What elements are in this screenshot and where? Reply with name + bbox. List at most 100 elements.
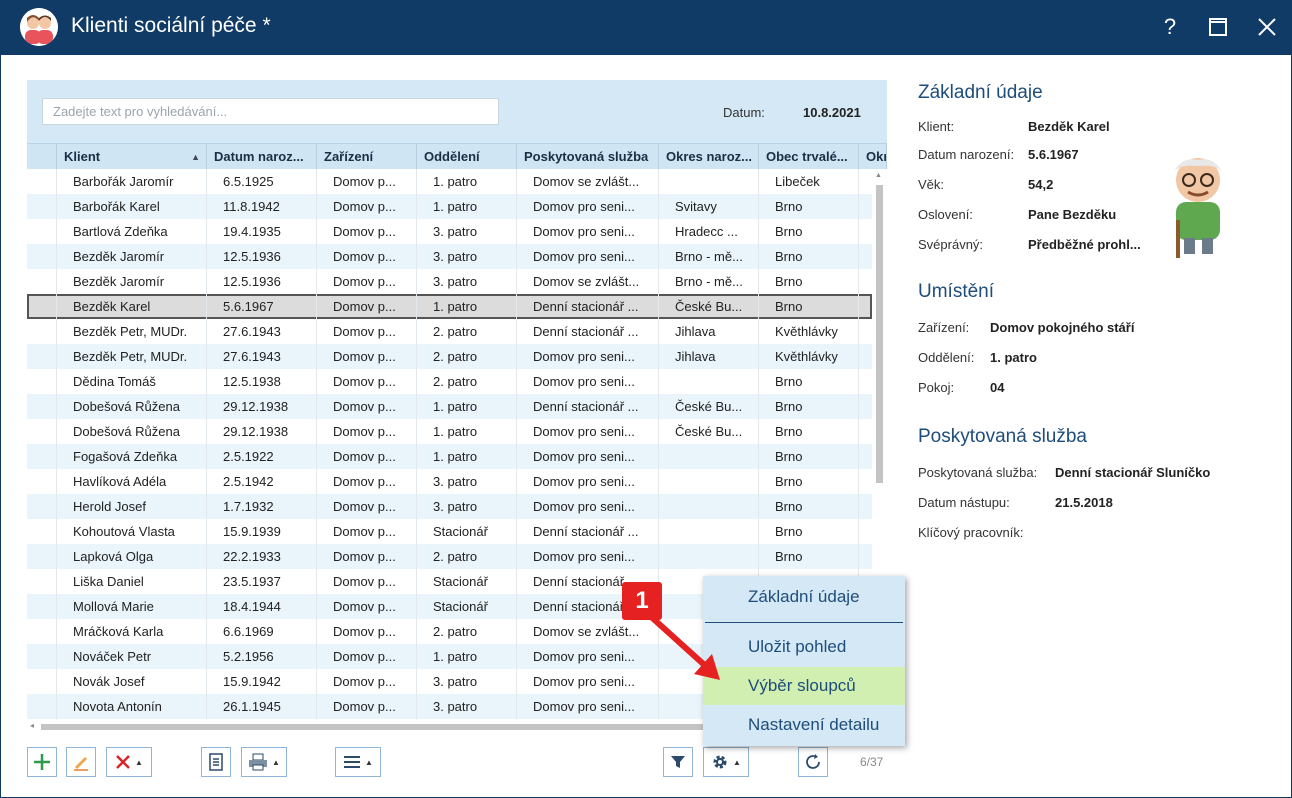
table-row[interactable]: Havlíková Adéla 2.5.1942 Domov p... 3. patr…: [27, 469, 872, 494]
row-indicator[interactable]: [27, 519, 57, 544]
cell-birth-district: Jihlava: [659, 344, 759, 369]
filter-button[interactable]: [663, 747, 693, 777]
row-indicator[interactable]: [27, 544, 57, 569]
table-row[interactable]: Barbořák Jaromír 6.5.1925 Domov p... 1. pat…: [27, 169, 872, 194]
cell-department: 3. patro: [417, 694, 517, 719]
row-indicator[interactable]: [27, 569, 57, 594]
header-birth-district[interactable]: Okres naroz...: [659, 144, 759, 170]
cell-birthdate: 1.7.1932: [207, 494, 317, 519]
row-indicator[interactable]: [27, 194, 57, 219]
print-button[interactable]: ▲: [241, 747, 287, 777]
cell-client: Dobešová Růžena: [57, 419, 207, 444]
table-row[interactable]: Bezděk Karel 5.6.1967 Domov p... 1. patro De…: [27, 294, 872, 319]
row-indicator[interactable]: [27, 369, 57, 394]
table-row[interactable]: Barbořák Karel 11.8.1942 Domov p... 1. patr…: [27, 194, 872, 219]
table-row[interactable]: Bartlová Zdeňka 19.4.1935 Domov p... 3. pat…: [27, 219, 872, 244]
cell-birth-district: Jihlava: [659, 319, 759, 344]
table-row[interactable]: Kohoutová Vlasta 15.9.1939 Domov p... Staci…: [27, 519, 872, 544]
cell-birth-district: [659, 169, 759, 194]
header-district[interactable]: Okr: [859, 144, 887, 170]
row-indicator[interactable]: [27, 294, 57, 319]
plus-icon: [34, 754, 50, 770]
table-row[interactable]: Herold Josef 1.7.1932 Domov p... 3. patro Do…: [27, 494, 872, 519]
help-button[interactable]: ?: [1155, 12, 1185, 42]
scroll-up-icon[interactable]: ▲: [875, 172, 882, 179]
refresh-button[interactable]: [798, 747, 828, 777]
cell-service: Domov pro seni...: [517, 244, 659, 269]
cell-birth-district: Svitavy: [659, 194, 759, 219]
search-input[interactable]: [42, 98, 499, 125]
table-row[interactable]: Dědina Tomáš 12.5.1938 Domov p... 2. patro D…: [27, 369, 872, 394]
table-row[interactable]: Lapková Olga 22.2.1933 Domov p... 2. patro D…: [27, 544, 872, 569]
row-indicator[interactable]: [27, 494, 57, 519]
vertical-scroll-thumb[interactable]: [876, 185, 883, 483]
row-indicator[interactable]: [27, 444, 57, 469]
menu-item-detail-settings[interactable]: Nastavení detailu: [703, 706, 905, 744]
cell-facility: Domov p...: [317, 519, 417, 544]
cell-birthdate: 22.2.1933: [207, 544, 317, 569]
delete-x-icon: [116, 755, 130, 769]
title-bar: Klienti sociální péče * ?: [0, 0, 1292, 55]
detail-label: Oslovení:: [918, 207, 973, 222]
row-indicator[interactable]: [27, 219, 57, 244]
cell-residence: Brno: [759, 369, 859, 394]
cell-birth-district: [659, 444, 759, 469]
cell-birthdate: 15.9.1942: [207, 669, 317, 694]
table-row[interactable]: Dobešová Růžena 29.12.1938 Domov p... 1. pa…: [27, 394, 872, 419]
header-residence[interactable]: Obec trvalé...: [759, 144, 859, 170]
row-indicator[interactable]: [27, 669, 57, 694]
cell-service: Domov pro seni...: [517, 544, 659, 569]
sort-asc-icon: ▲: [191, 152, 200, 162]
cell-facility: Domov p...: [317, 169, 417, 194]
settings-button[interactable]: ▲: [703, 747, 749, 777]
header-birthdate[interactable]: Datum naroz...: [207, 144, 317, 170]
scroll-left-icon[interactable]: ◂: [30, 721, 34, 730]
maximize-button[interactable]: [1203, 12, 1233, 42]
list-menu-button[interactable]: ▲: [335, 747, 381, 777]
detail-label: Zařízení:: [918, 320, 970, 335]
table-row[interactable]: Bezděk Jaromír 12.5.1936 Domov p... 3. patr…: [27, 269, 872, 294]
cell-facility: Domov p...: [317, 269, 417, 294]
cell-service: Denní stacionář ...: [517, 319, 659, 344]
table-row[interactable]: Dobešová Růžena 29.12.1938 Domov p... 1. pa…: [27, 419, 872, 444]
row-indicator[interactable]: [27, 644, 57, 669]
row-indicator[interactable]: [27, 169, 57, 194]
table-row[interactable]: Bezděk Petr, MUDr. 27.6.1943 Domov p... 2. …: [27, 344, 872, 369]
cell-birth-district: České Bu...: [659, 294, 759, 319]
row-indicator[interactable]: [27, 594, 57, 619]
cell-facility: Domov p...: [317, 544, 417, 569]
table-row[interactable]: Bezděk Petr, MUDr. 27.6.1943 Domov p... 2. …: [27, 319, 872, 344]
header-department[interactable]: Oddělení: [417, 144, 517, 170]
row-indicator[interactable]: [27, 344, 57, 369]
cell-department: 3. patro: [417, 244, 517, 269]
horizontal-scroll-thumb[interactable]: [41, 724, 741, 730]
maximize-icon: [1209, 18, 1227, 36]
row-indicator[interactable]: [27, 244, 57, 269]
cell-service: Domov pro seni...: [517, 219, 659, 244]
table-row[interactable]: Bezděk Jaromír 12.5.1936 Domov p... 3. patr…: [27, 244, 872, 269]
delete-button[interactable]: ▲: [106, 747, 152, 777]
cell-birthdate: 12.5.1936: [207, 269, 317, 294]
row-indicator[interactable]: [27, 469, 57, 494]
add-button[interactable]: [27, 747, 57, 777]
cell-birthdate: 27.6.1943: [207, 319, 317, 344]
table-row[interactable]: Fogašová Zdeňka 2.5.1922 Domov p... 1. patr…: [27, 444, 872, 469]
edit-button[interactable]: [66, 747, 96, 777]
detail-label: Datum narození:: [918, 147, 1015, 162]
row-indicator[interactable]: [27, 694, 57, 719]
header-service[interactable]: Poskytovaná služba: [517, 144, 659, 170]
document-button[interactable]: [201, 747, 231, 777]
row-indicator[interactable]: [27, 319, 57, 344]
cell-facility: Domov p...: [317, 469, 417, 494]
cell-service: Denní stacionář ...: [517, 294, 659, 319]
row-indicator[interactable]: [27, 419, 57, 444]
header-client[interactable]: Klient ▲: [57, 144, 207, 170]
close-button[interactable]: [1252, 12, 1282, 42]
cell-birthdate: 19.4.1935: [207, 219, 317, 244]
row-indicator[interactable]: [27, 394, 57, 419]
cell-service: Domov pro seni...: [517, 369, 659, 394]
row-indicator[interactable]: [27, 269, 57, 294]
header-row-indicator: [27, 144, 57, 170]
header-facility[interactable]: Zařízení: [317, 144, 417, 170]
row-indicator[interactable]: [27, 619, 57, 644]
